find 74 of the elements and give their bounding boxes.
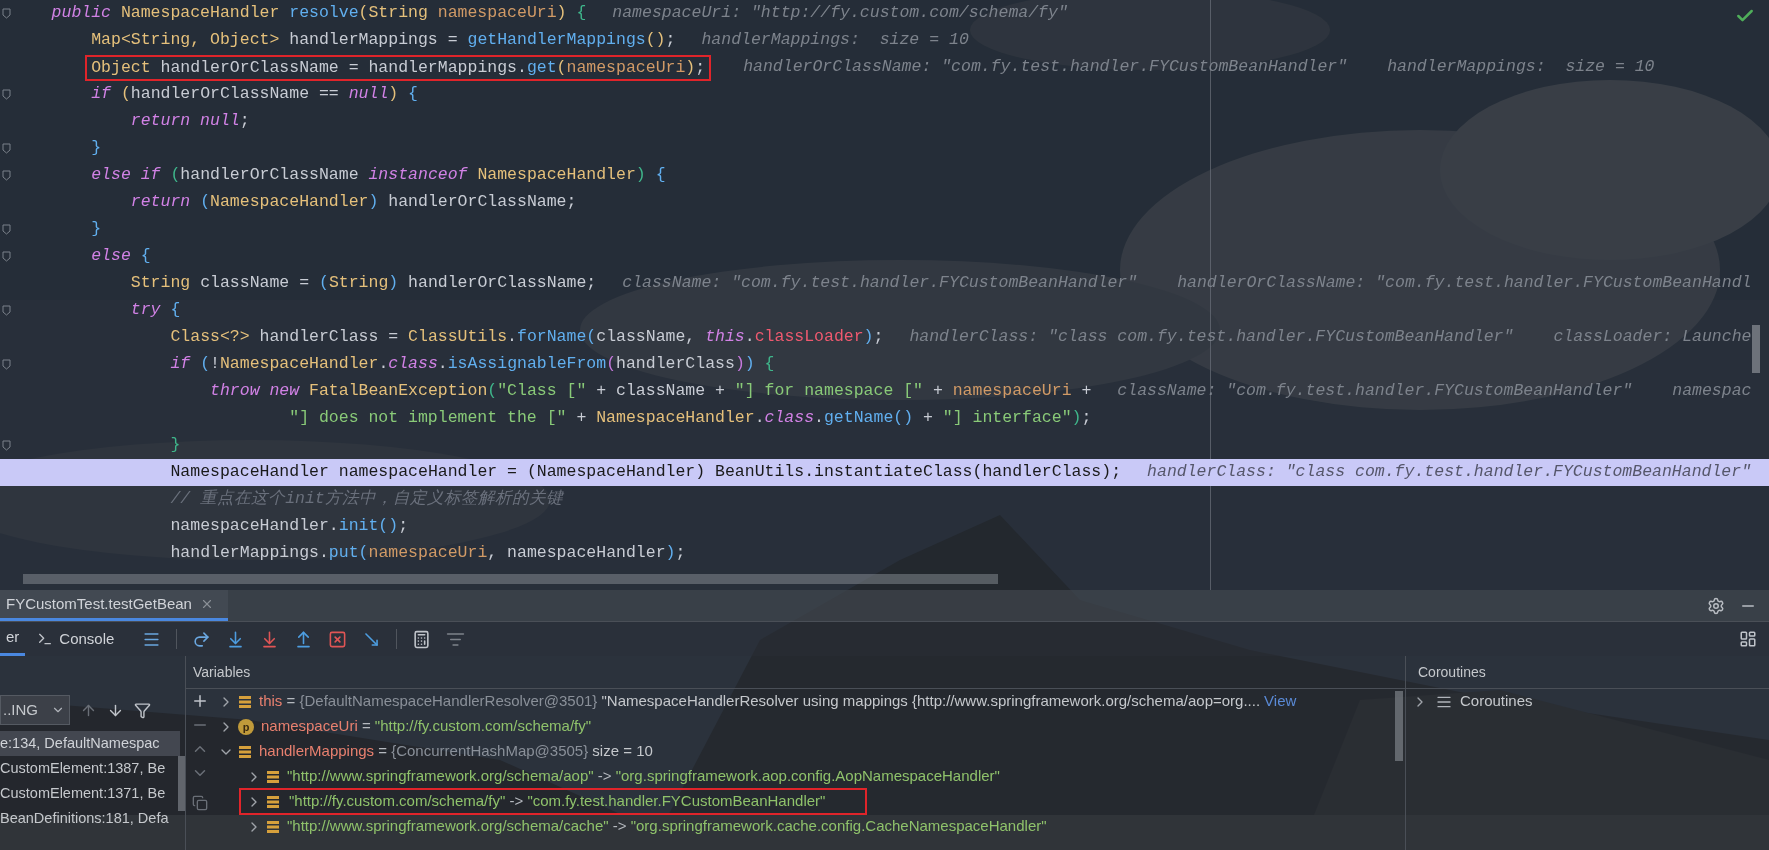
code-line: try {	[130, 299, 181, 322]
console-icon	[37, 631, 54, 647]
scrollbar-thumb[interactable]	[23, 574, 998, 584]
scrollbar-thumb[interactable]	[178, 756, 185, 811]
stack-frame[interactable]: BeanDefinitions:181, Defa	[0, 806, 180, 831]
code-line: throw new FatalBeanException("Class [" + className + "] for namespace [" + namespaceUri +	[210, 380, 1092, 403]
scrollbar-thumb[interactable]	[1752, 325, 1760, 373]
inline-value-hint: namespac	[1672, 380, 1752, 403]
cross-box-icon[interactable]	[328, 629, 348, 649]
filter-icon[interactable]	[134, 701, 151, 719]
variable-entry[interactable]: "http://fy.custom.com/schema/fy" -> "com.fy.test.handler.FYCustomBeanHandler"	[239, 788, 868, 815]
add-icon[interactable]	[191, 692, 209, 710]
settings-icon[interactable]	[1707, 596, 1725, 615]
coroutine-item[interactable]: Coroutines	[1460, 690, 1533, 713]
thread-dropdown[interactable]: ..ING	[0, 695, 70, 725]
code-line: namespaceHandler.init();	[170, 515, 409, 538]
layout-icon[interactable]	[1739, 630, 1757, 648]
code-line: NamespaceHandler namespaceHandler = (NamespaceHandler) BeanUtils.instantiateClass(handlerClass);	[170, 461, 1122, 484]
variable-entry[interactable]: handlerMappings = {ConcurrentHashMap@3505} size = 10	[259, 740, 653, 763]
copy-icon[interactable]	[192, 795, 208, 811]
stack-frame[interactable]: CustomElement:1371, Be	[0, 781, 180, 806]
inline-value-hint: namespaceUri: "http://fy.custom.com/schema/fy"	[612, 2, 1068, 25]
field-icon	[238, 694, 252, 709]
inline-value-hint: className: "com.fy.test.handler.FYCustomBeanHandler"	[1117, 380, 1633, 403]
fold-marker-icon[interactable]	[1, 143, 11, 154]
inline-value-hint: handlerClass: "class com.fy.test.handler.FYCustomBeanHandler"	[909, 326, 1514, 349]
fold-marker-icon[interactable]	[1, 170, 11, 181]
inline-value-hint: className: "com.fy.test.handler.FYCustomBeanHandler"	[622, 272, 1138, 295]
scrollbar-thumb[interactable]	[1395, 691, 1403, 761]
field-icon	[238, 744, 252, 759]
code-line: if (handlerOrClassName == null) {	[91, 83, 418, 106]
fold-marker-icon[interactable]	[1, 224, 11, 235]
code-line: else {	[91, 245, 151, 268]
fold-marker-icon[interactable]	[1, 89, 11, 100]
stack-frame[interactable]: e:134, DefaultNamespac	[0, 731, 180, 756]
inline-value-hint: handlerClass: "class com.fy.test.handler.FYCustomBeanHandler"	[1147, 461, 1752, 484]
fold-marker-icon[interactable]	[1, 251, 11, 262]
inline-value-hint: classLoader: Launche	[1553, 326, 1752, 349]
fold-marker-icon[interactable]	[1, 305, 11, 316]
field-icon	[266, 794, 280, 809]
inline-value-hint: handlerMappings: size = 10	[701, 29, 969, 52]
code-line: public NamespaceHandler resolve(String namespaceUri) {	[51, 2, 587, 25]
debug-tab[interactable]: Console	[25, 622, 127, 656]
view-link[interactable]: View	[1264, 692, 1297, 710]
code-line: }	[91, 218, 102, 241]
debug-tab[interactable]: er	[0, 622, 26, 656]
stack-frame[interactable]: CustomElement:1387, Be	[0, 756, 180, 781]
code-line: String className = (String) handlerOrClassName;	[130, 272, 597, 295]
code-line: "] does not implement the [" + NamespaceHandler.class.getName() + "] interface");	[289, 407, 1092, 430]
variable-entry[interactable]: this = {DefaultNamespaceHandlerResolver@3501} "NamespaceHandlerResolver using mappings {http://www.springframework.org/schema/aop=org.... View	[259, 690, 1297, 713]
code-line: else if (handlerOrClassName instanceof NamespaceHandler) {	[91, 164, 666, 187]
variable-entry[interactable]: namespaceUri = "http://fy.custom.com/schema/fy"	[261, 715, 592, 738]
variable-entry[interactable]: "http://www.springframework.org/schema/aop" -> "org.springframework.aop.config.AopNamespaceHandler"	[287, 765, 1000, 788]
inline-value-hint: handlerMappings: size = 10	[1387, 56, 1655, 79]
field-icon	[266, 769, 280, 784]
code-line: Class<?> handlerClass = ClassUtils.forName(className, this.classLoader);	[170, 326, 884, 349]
code-line: // 重点在这个init方法中，自定义标签解析的关键	[170, 488, 563, 511]
code-line: Map<String, Object> handlerMappings = getHandlerMappings();	[91, 29, 676, 52]
code-line: }	[170, 434, 181, 457]
inline-value-hint: handlerOrClassName: "com.fy.test.handler.FYCustomBeanHandl	[1177, 272, 1752, 295]
fold-marker-icon[interactable]	[1, 440, 11, 451]
fold-marker-icon[interactable]	[1, 359, 11, 370]
code-line: }	[91, 137, 102, 160]
calculator-icon[interactable]	[412, 629, 432, 649]
fold-marker-icon[interactable]	[1, 8, 11, 19]
code-line: if (!NamespaceHandler.class.isAssignableFrom(handlerClass)) {	[170, 353, 775, 376]
inline-value-hint: handlerOrClassName: "com.fy.test.handler.FYCustomBeanHandler"	[743, 56, 1348, 79]
panel-title: Coroutines	[1418, 662, 1486, 682]
panel-title: Variables	[193, 662, 251, 682]
field-icon	[266, 819, 280, 834]
code-line: handlerMappings.put(namespaceUri, namespaceHandler);	[170, 542, 686, 565]
code-line: return null;	[130, 110, 250, 133]
run-tab[interactable]: FYCustomTest.testGetBean	[0, 590, 228, 621]
code-line: return (NamespaceHandler) handlerOrClassName;	[130, 191, 577, 214]
